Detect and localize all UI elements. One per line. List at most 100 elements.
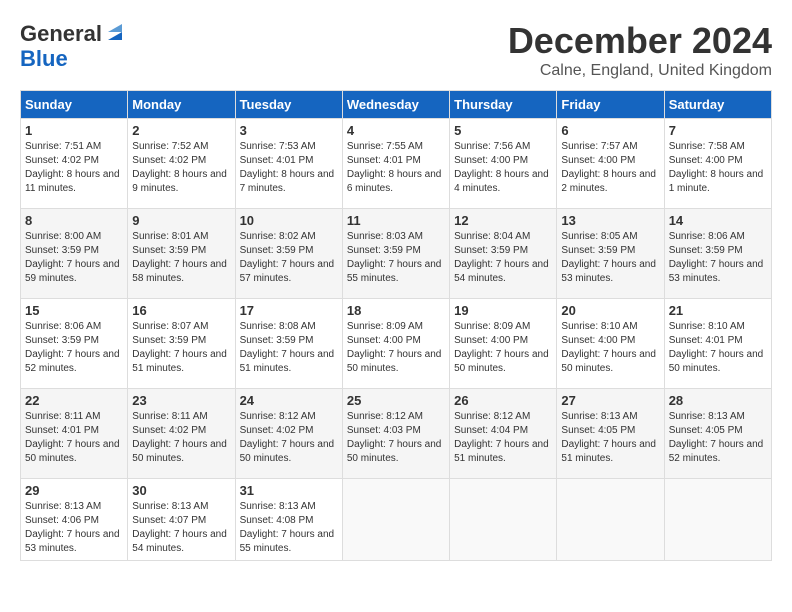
cell-text: Sunrise: 8:13 AM <box>240 500 338 514</box>
logo-block: General Blue <box>20 20 126 71</box>
cell-text: Sunset: 4:00 PM <box>561 334 659 348</box>
cell-text: Daylight: 7 hours and 59 minutes. <box>25 258 123 286</box>
cell-text: Daylight: 7 hours and 51 minutes. <box>240 348 338 376</box>
cell-text: Sunrise: 7:58 AM <box>669 140 767 154</box>
calendar-cell: 17Sunrise: 8:08 AMSunset: 3:59 PMDayligh… <box>235 299 342 389</box>
day-number: 22 <box>25 393 123 408</box>
cell-text: Daylight: 7 hours and 50 minutes. <box>25 438 123 466</box>
cell-text: Sunrise: 8:07 AM <box>132 320 230 334</box>
cell-text: Daylight: 7 hours and 51 minutes. <box>132 348 230 376</box>
cell-text: Sunrise: 8:10 AM <box>561 320 659 334</box>
cell-text: Sunset: 4:02 PM <box>25 154 123 168</box>
calendar-cell: 12Sunrise: 8:04 AMSunset: 3:59 PMDayligh… <box>450 209 557 299</box>
day-number: 19 <box>454 303 552 318</box>
day-number: 20 <box>561 303 659 318</box>
cell-text: Daylight: 7 hours and 51 minutes. <box>454 438 552 466</box>
cell-text: Daylight: 7 hours and 53 minutes. <box>669 258 767 286</box>
cell-text: Daylight: 7 hours and 50 minutes. <box>669 348 767 376</box>
cell-text: Sunset: 4:01 PM <box>347 154 445 168</box>
day-number: 13 <box>561 213 659 228</box>
logo-arrow-icon <box>104 22 126 44</box>
day-number: 28 <box>669 393 767 408</box>
cell-text: Sunrise: 7:56 AM <box>454 140 552 154</box>
cell-text: Sunset: 3:59 PM <box>347 244 445 258</box>
cell-text: Daylight: 8 hours and 4 minutes. <box>454 168 552 196</box>
cell-text: Sunset: 4:00 PM <box>669 154 767 168</box>
calendar-cell: 18 Sunrise: 8:09 AMSunset: 4:00 PMDayligh… <box>342 299 449 389</box>
cell-text: Daylight: 7 hours and 53 minutes. <box>25 528 123 556</box>
calendar-cell <box>664 479 771 561</box>
cell-text: Sunset: 4:00 PM <box>561 154 659 168</box>
calendar-cell: 1Sunrise: 7:51 AMSunset: 4:02 PMDaylight… <box>21 119 128 209</box>
cell-text: Sunset: 3:59 PM <box>454 244 552 258</box>
cell-text: Sunset: 3:59 PM <box>561 244 659 258</box>
cell-text: Sunset: 4:01 PM <box>25 424 123 438</box>
col-header-thursday: Thursday <box>450 91 557 119</box>
day-number: 30 <box>132 483 230 498</box>
col-header-sunday: Sunday <box>21 91 128 119</box>
calendar-cell: 2Sunrise: 7:52 AMSunset: 4:02 PMDaylight… <box>128 119 235 209</box>
day-number: 21 <box>669 303 767 318</box>
calendar-cell: 3Sunrise: 7:53 AMSunset: 4:01 PMDaylight… <box>235 119 342 209</box>
calendar-cell: 5Sunrise: 7:56 AMSunset: 4:00 PMDaylight… <box>450 119 557 209</box>
cell-text: Sunset: 4:02 PM <box>240 424 338 438</box>
calendar-cell: 27Sunrise: 8:13 AMSunset: 4:05 PMDayligh… <box>557 389 664 479</box>
day-number: 29 <box>25 483 123 498</box>
cell-text: Sunset: 4:00 PM <box>347 334 445 348</box>
cell-text: Daylight: 8 hours and 7 minutes. <box>240 168 338 196</box>
calendar-week-row: 8Sunrise: 8:00 AMSunset: 3:59 PMDaylight… <box>21 209 772 299</box>
cell-text: Sunrise: 8:06 AM <box>669 230 767 244</box>
calendar-cell <box>450 479 557 561</box>
day-number: 18 <box>347 303 445 318</box>
cell-text: Sunset: 4:06 PM <box>25 514 123 528</box>
col-header-monday: Monday <box>128 91 235 119</box>
calendar-cell: 10Sunrise: 8:02 AMSunset: 3:59 PMDayligh… <box>235 209 342 299</box>
cell-text: Daylight: 7 hours and 50 minutes. <box>347 348 445 376</box>
day-number: 3 <box>240 123 338 138</box>
cell-text: Sunrise: 8:01 AM <box>132 230 230 244</box>
calendar-cell: 25Sunrise: 8:12 AMSunset: 4:03 PMDayligh… <box>342 389 449 479</box>
cell-text: Sunset: 4:00 PM <box>454 334 552 348</box>
calendar-cell: 6Sunrise: 7:57 AMSunset: 4:00 PMDaylight… <box>557 119 664 209</box>
cell-text: Sunrise: 8:13 AM <box>561 410 659 424</box>
cell-text: Daylight: 7 hours and 50 minutes. <box>454 348 552 376</box>
day-number: 15 <box>25 303 123 318</box>
calendar-cell: 20Sunrise: 8:10 AMSunset: 4:00 PMDayligh… <box>557 299 664 389</box>
location: Calne, England, United Kingdom <box>508 62 772 80</box>
day-number: 14 <box>669 213 767 228</box>
cell-text: Sunrise: 8:00 AM <box>25 230 123 244</box>
cell-text: Sunrise: 8:09 AM <box>347 320 445 334</box>
cell-text: Sunset: 4:08 PM <box>240 514 338 528</box>
cell-text: Sunrise: 8:02 AM <box>240 230 338 244</box>
cell-text: Daylight: 8 hours and 9 minutes. <box>132 168 230 196</box>
title-block: December 2024 Calne, England, United Kin… <box>508 20 772 80</box>
day-number: 2 <box>132 123 230 138</box>
calendar-cell: 15Sunrise: 8:06 AMSunset: 3:59 PMDayligh… <box>21 299 128 389</box>
day-number: 6 <box>561 123 659 138</box>
day-number: 12 <box>454 213 552 228</box>
cell-text: Sunrise: 8:11 AM <box>132 410 230 424</box>
cell-text: Sunrise: 8:11 AM <box>25 410 123 424</box>
day-number: 31 <box>240 483 338 498</box>
day-number: 17 <box>240 303 338 318</box>
cell-text: Sunrise: 8:09 AM <box>454 320 552 334</box>
day-number: 11 <box>347 213 445 228</box>
calendar-cell: 30Sunrise: 8:13 AMSunset: 4:07 PMDayligh… <box>128 479 235 561</box>
logo-text-general: General <box>20 21 102 46</box>
cell-text: Sunrise: 8:06 AM <box>25 320 123 334</box>
day-number: 26 <box>454 393 552 408</box>
calendar-header-row: SundayMondayTuesdayWednesdayThursdayFrid… <box>21 91 772 119</box>
day-number: 7 <box>669 123 767 138</box>
calendar-cell: 26Sunrise: 8:12 AMSunset: 4:04 PMDayligh… <box>450 389 557 479</box>
calendar-cell: 11Sunrise: 8:03 AMSunset: 3:59 PMDayligh… <box>342 209 449 299</box>
calendar-cell: 14Sunrise: 8:06 AMSunset: 3:59 PMDayligh… <box>664 209 771 299</box>
calendar-cell: 22 Sunrise: 8:11 AMSunset: 4:01 PMDayligh… <box>21 389 128 479</box>
cell-text: Sunset: 3:59 PM <box>132 244 230 258</box>
calendar-cell: 19 Sunrise: 8:09 AMSunset: 4:00 PMDayligh… <box>450 299 557 389</box>
cell-text: Sunset: 4:04 PM <box>454 424 552 438</box>
calendar-cell <box>557 479 664 561</box>
cell-text: Daylight: 7 hours and 50 minutes. <box>347 438 445 466</box>
day-number: 16 <box>132 303 230 318</box>
cell-text: Sunset: 3:59 PM <box>132 334 230 348</box>
cell-text: Daylight: 7 hours and 57 minutes. <box>240 258 338 286</box>
